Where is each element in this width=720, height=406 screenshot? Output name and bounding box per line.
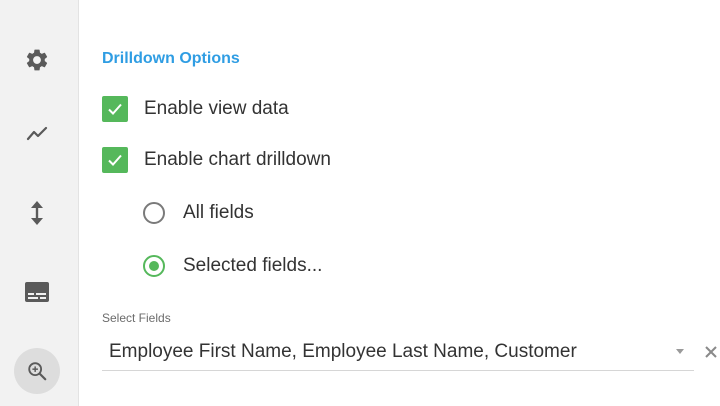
drilldown-options-title: Drilldown Options	[102, 50, 240, 67]
selected-fields-label: Selected fields...	[183, 255, 323, 276]
enable-chart-drilldown-option[interactable]: Enable chart drilldown	[102, 146, 331, 174]
close-icon[interactable]	[704, 345, 718, 359]
enable-view-data-checkbox[interactable]	[102, 96, 128, 122]
select-fields-dropdown[interactable]: Employee First Name, Employee Last Name,…	[102, 333, 694, 371]
sidebar-divider	[78, 0, 79, 406]
zoom-button[interactable]	[14, 348, 60, 394]
subtitles-icon	[25, 282, 49, 302]
trend-line-icon	[26, 126, 48, 141]
enable-view-data-option[interactable]: Enable view data	[102, 95, 289, 123]
resize-button[interactable]	[14, 190, 60, 236]
subtitles-button[interactable]	[14, 269, 60, 315]
all-fields-option[interactable]: All fields	[143, 199, 254, 227]
enable-chart-drilldown-label: Enable chart drilldown	[144, 149, 331, 170]
chevron-down-icon[interactable]	[676, 349, 684, 354]
all-fields-label: All fields	[183, 202, 254, 223]
enable-chart-drilldown-checkbox[interactable]	[102, 147, 128, 173]
vertical-arrows-icon	[31, 201, 43, 225]
enable-view-data-label: Enable view data	[144, 98, 289, 119]
selected-fields-radio[interactable]	[143, 255, 165, 277]
settings-button[interactable]	[14, 37, 60, 83]
select-fields-value: Employee First Name, Employee Last Name,…	[109, 341, 577, 362]
checkmark-icon	[108, 154, 122, 166]
all-fields-radio[interactable]	[143, 202, 165, 224]
select-fields-caption: Select Fields	[102, 311, 171, 325]
sidebar	[0, 0, 78, 406]
zoom-in-icon	[28, 362, 47, 381]
checkmark-icon	[108, 103, 122, 115]
gear-icon	[26, 49, 48, 71]
radio-selected-dot	[149, 261, 159, 271]
trend-button[interactable]	[14, 110, 60, 156]
selected-fields-option[interactable]: Selected fields...	[143, 252, 322, 280]
